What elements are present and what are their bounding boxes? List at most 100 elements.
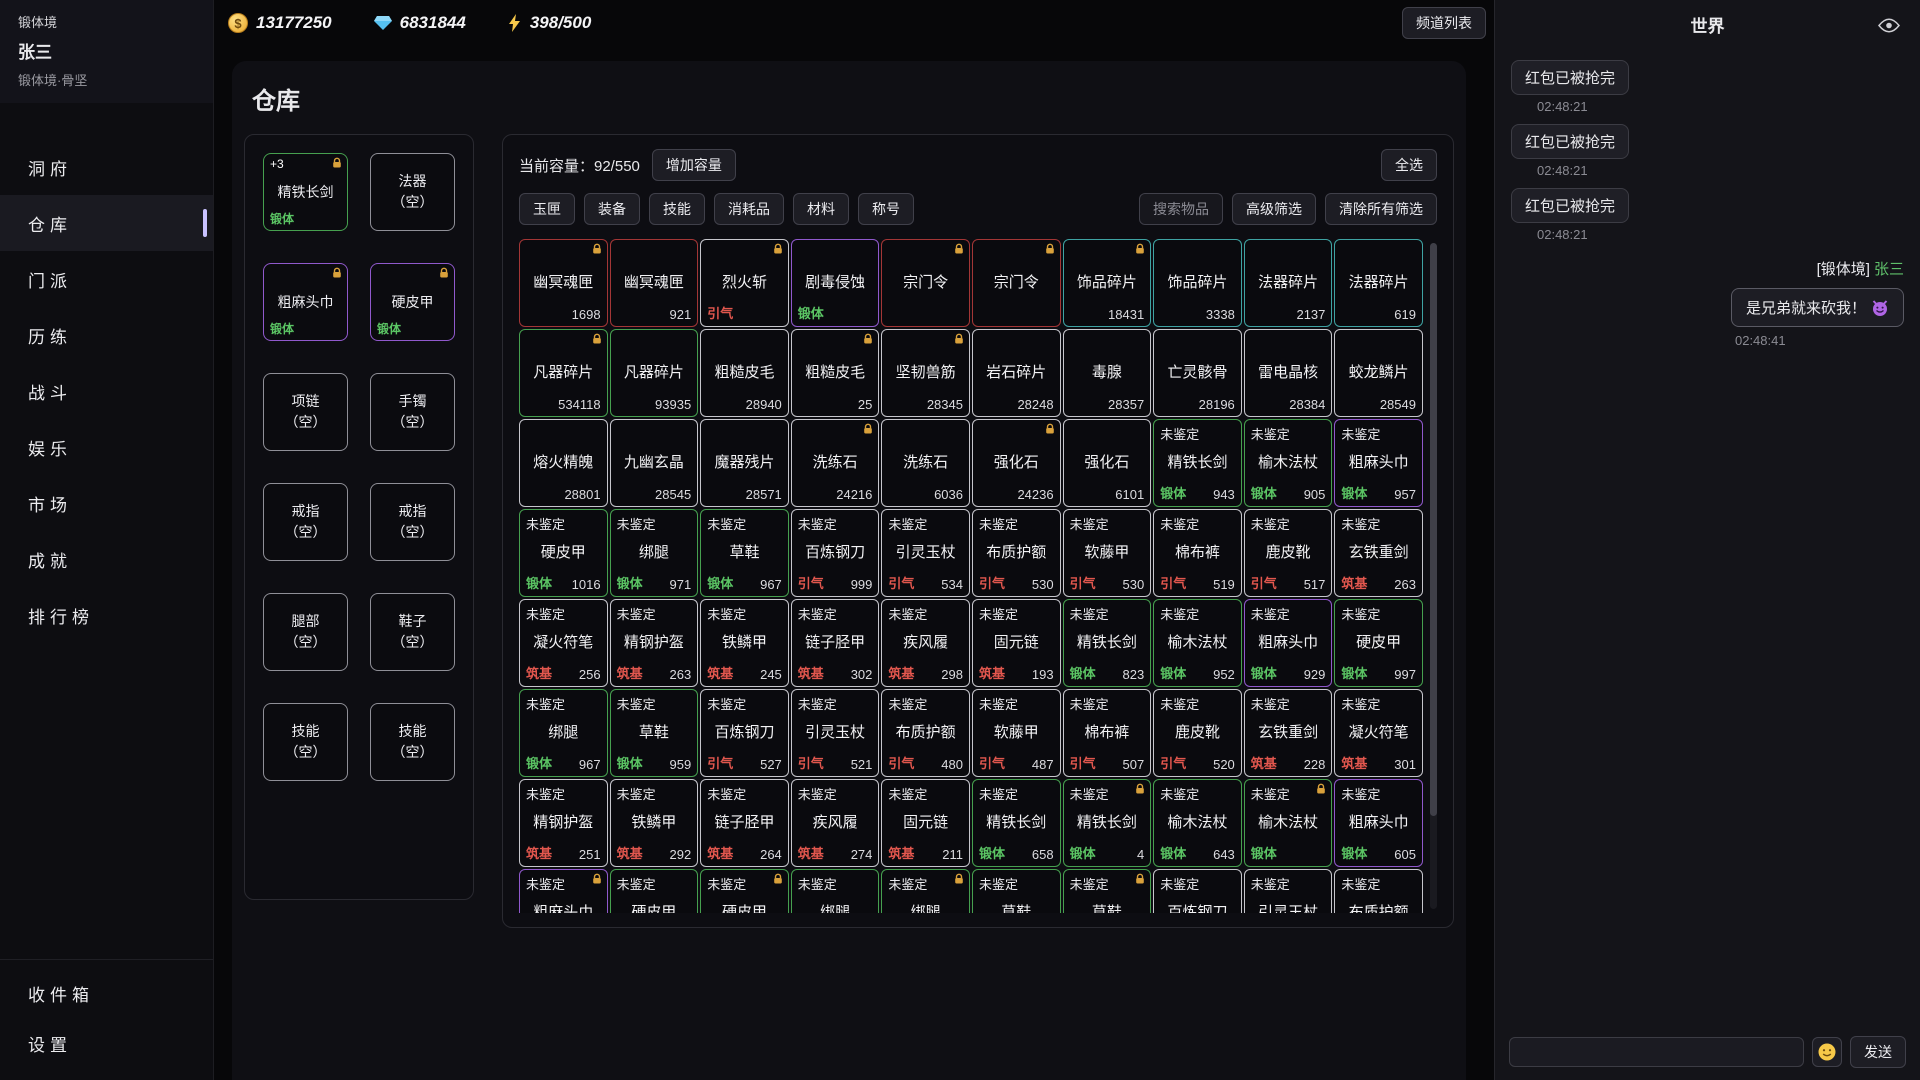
inventory-cell[interactable]: 未鉴定榆木法杖锻体905: [1244, 419, 1333, 507]
inventory-cell[interactable]: 未鉴定榆木法杖锻体643: [1153, 779, 1242, 867]
system-message-bubble[interactable]: 红包已被抢完: [1511, 124, 1629, 159]
advanced-filter-button[interactable]: 高级筛选: [1232, 193, 1316, 225]
inventory-cell[interactable]: 未鉴定精铁长剑锻体658: [972, 779, 1061, 867]
inventory-cell[interactable]: 亡灵骸骨28196: [1153, 329, 1242, 417]
sidebar-item-cangku[interactable]: 仓库: [0, 195, 213, 251]
channel-list-button[interactable]: 频道列表: [1402, 7, 1486, 39]
inventory-cell[interactable]: 未鉴定绑腿锻体971: [610, 509, 699, 597]
sidebar-item-lilian[interactable]: 历练: [0, 307, 213, 363]
inventory-cell[interactable]: 魔器残片28571: [700, 419, 789, 507]
equip-slot-necklace[interactable]: 项链（空）: [263, 373, 348, 451]
inventory-cell[interactable]: 未鉴定固元链筑基211: [881, 779, 970, 867]
sidebar-item-dongfu[interactable]: 洞府: [0, 139, 213, 195]
filter-consumable[interactable]: 消耗品: [714, 193, 784, 225]
filter-yuxia[interactable]: 玉匣: [519, 193, 575, 225]
add-capacity-button[interactable]: 增加容量: [652, 149, 736, 181]
equip-slot-skill-2[interactable]: 技能（空）: [370, 703, 455, 781]
search-items-button[interactable]: 搜索物品: [1139, 193, 1223, 225]
filter-title[interactable]: 称号: [858, 193, 914, 225]
equip-slot-head[interactable]: 粗麻头巾锻体: [263, 263, 348, 341]
sidebar-item-settings[interactable]: 设置: [0, 1018, 213, 1068]
inventory-cell[interactable]: 未鉴定草鞋锻体967: [700, 509, 789, 597]
inventory-cell[interactable]: 未鉴定硬皮甲: [610, 869, 699, 913]
inventory-cell[interactable]: 未鉴定绑腿锻体967: [519, 689, 608, 777]
equip-slot-chest[interactable]: 硬皮甲锻体: [370, 263, 455, 341]
inventory-cell[interactable]: 雷电晶核28384: [1244, 329, 1333, 417]
inventory-cell[interactable]: 未鉴定硬皮甲: [700, 869, 789, 913]
inventory-cell[interactable]: 未鉴定粗麻头巾锻体957: [1334, 419, 1423, 507]
equip-slot-shoes[interactable]: 鞋子（空）: [370, 593, 455, 671]
equip-slot-skill-1[interactable]: 技能（空）: [263, 703, 348, 781]
inventory-cell[interactable]: 幽冥魂匣921: [610, 239, 699, 327]
inventory-scrollbar[interactable]: [1430, 243, 1437, 909]
equip-slot-weapon[interactable]: +3精铁长剑锻体: [263, 153, 348, 231]
inventory-cell[interactable]: 未鉴定粗麻头巾锻体605: [1334, 779, 1423, 867]
select-all-button[interactable]: 全选: [1381, 149, 1437, 181]
inventory-cell[interactable]: 蛟龙鳞片28549: [1334, 329, 1423, 417]
inventory-cell[interactable]: 未鉴定铁鳞甲筑基245: [700, 599, 789, 687]
inventory-cell[interactable]: 未鉴定布质护额引气480: [881, 689, 970, 777]
inventory-cell[interactable]: 未鉴定精铁长剑锻体823: [1063, 599, 1152, 687]
inventory-cell[interactable]: 未鉴定凝火符笔筑基256: [519, 599, 608, 687]
inventory-cell[interactable]: 未鉴定草鞋: [972, 869, 1061, 913]
inventory-cell[interactable]: 未鉴定疾风履筑基298: [881, 599, 970, 687]
inventory-cell[interactable]: 凡器碎片93935: [610, 329, 699, 417]
inventory-cell[interactable]: 坚韧兽筋28345: [881, 329, 970, 417]
inventory-cell[interactable]: 未鉴定棉布裤引气519: [1153, 509, 1242, 597]
inventory-cell[interactable]: 未鉴定布质护额引气530: [972, 509, 1061, 597]
sidebar-item-yule[interactable]: 娱乐: [0, 419, 213, 475]
inventory-cell[interactable]: 未鉴定疾风履筑基274: [791, 779, 880, 867]
inventory-cell[interactable]: 毒腺28357: [1063, 329, 1152, 417]
inventory-cell[interactable]: 凡器碎片534118: [519, 329, 608, 417]
inventory-cell[interactable]: 未鉴定精铁长剑锻体4: [1063, 779, 1152, 867]
equip-slot-bracelet[interactable]: 手镯（空）: [370, 373, 455, 451]
inventory-cell[interactable]: 未鉴定精钢护盔筑基263: [610, 599, 699, 687]
inventory-cell[interactable]: 未鉴定粗麻头巾锻体929: [1244, 599, 1333, 687]
inventory-cell[interactable]: 洗练石24216: [791, 419, 880, 507]
inventory-cell[interactable]: 未鉴定绑腿: [791, 869, 880, 913]
equip-slot-artifact[interactable]: 法器（空）: [370, 153, 455, 231]
inventory-cell[interactable]: 未鉴定凝火符笔筑基301: [1334, 689, 1423, 777]
inventory-cell[interactable]: 饰品碎片18431: [1063, 239, 1152, 327]
inventory-cell[interactable]: 未鉴定鹿皮靴引气517: [1244, 509, 1333, 597]
inventory-cell[interactable]: 未鉴定粗麻头巾: [519, 869, 608, 913]
inventory-cell[interactable]: 法器碎片619: [1334, 239, 1423, 327]
inventory-cell[interactable]: 剧毒侵蚀锻体: [791, 239, 880, 327]
emoji-button[interactable]: [1812, 1037, 1842, 1067]
eye-icon[interactable]: [1878, 18, 1900, 33]
sidebar-item-inbox[interactable]: 收件箱: [0, 968, 213, 1018]
inventory-cell[interactable]: 未鉴定引灵玉杖引气534: [881, 509, 970, 597]
inventory-cell[interactable]: 强化石24236: [972, 419, 1061, 507]
inventory-cell[interactable]: 未鉴定玄铁重剑筑基228: [1244, 689, 1333, 777]
send-button[interactable]: 发送: [1850, 1036, 1906, 1068]
inventory-cell[interactable]: 未鉴定玄铁重剑筑基263: [1334, 509, 1423, 597]
system-message-bubble[interactable]: 红包已被抢完: [1511, 60, 1629, 95]
inventory-cell[interactable]: 未鉴定榆木法杖锻体: [1244, 779, 1333, 867]
filter-material[interactable]: 材料: [793, 193, 849, 225]
inventory-cell[interactable]: 未鉴定棉布裤引气507: [1063, 689, 1152, 777]
inventory-cell[interactable]: 熔火精魄28801: [519, 419, 608, 507]
sidebar-item-zhandou[interactable]: 战斗: [0, 363, 213, 419]
equip-slot-ring-2[interactable]: 戒指（空）: [370, 483, 455, 561]
inventory-cell[interactable]: 未鉴定链子胫甲筑基264: [700, 779, 789, 867]
equip-slot-ring-1[interactable]: 戒指（空）: [263, 483, 348, 561]
filter-skill[interactable]: 技能: [649, 193, 705, 225]
inventory-cell[interactable]: 未鉴定精铁长剑锻体943: [1153, 419, 1242, 507]
clear-filters-button[interactable]: 清除所有筛选: [1325, 193, 1437, 225]
scrollbar-thumb[interactable]: [1430, 243, 1437, 816]
sidebar-item-menpai[interactable]: 门派: [0, 251, 213, 307]
inventory-cell[interactable]: 未鉴定鹿皮靴引气520: [1153, 689, 1242, 777]
inventory-cell[interactable]: 未鉴定软藤甲引气530: [1063, 509, 1152, 597]
chat-input[interactable]: [1509, 1037, 1804, 1067]
inventory-cell[interactable]: 强化石6101: [1063, 419, 1152, 507]
inventory-cell[interactable]: 未鉴定榆木法杖锻体952: [1153, 599, 1242, 687]
inventory-cell[interactable]: 宗门令: [972, 239, 1061, 327]
inventory-cell[interactable]: 未鉴定百炼钢刀引气527: [700, 689, 789, 777]
inventory-cell[interactable]: 未鉴定硬皮甲锻体997: [1334, 599, 1423, 687]
inventory-cell[interactable]: 洗练石6036: [881, 419, 970, 507]
self-message-bubble[interactable]: 是兄弟就来砍我！: [1731, 288, 1904, 327]
inventory-cell[interactable]: 未鉴定硬皮甲锻体1016: [519, 509, 608, 597]
inventory-cell[interactable]: 未鉴定草鞋: [1063, 869, 1152, 913]
inventory-cell[interactable]: 未鉴定引灵玉杖引气521: [791, 689, 880, 777]
filter-equipment[interactable]: 装备: [584, 193, 640, 225]
